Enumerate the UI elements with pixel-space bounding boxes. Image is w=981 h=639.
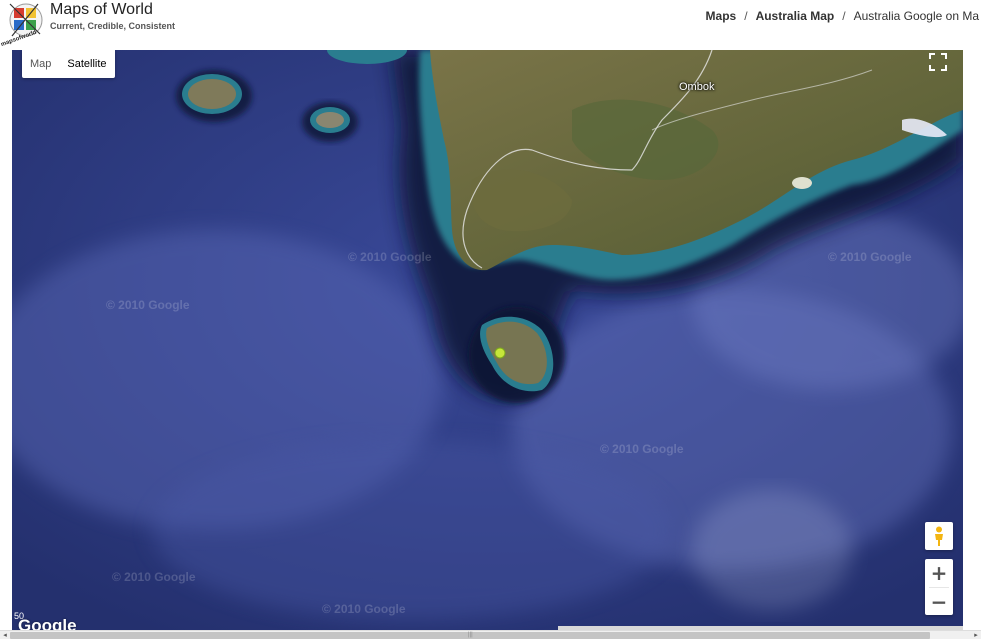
map-imagery — [12, 50, 963, 630]
zoom-control: + − — [925, 559, 953, 615]
page: mapsofworld Maps of World Current, Credi… — [0, 0, 981, 639]
map-watermark: © 2010 Google — [348, 250, 432, 264]
logo-icon[interactable]: mapsofworld — [0, 0, 48, 48]
breadcrumb-separator: / — [744, 9, 748, 23]
zoom-in-button[interactable]: + — [925, 559, 953, 587]
map-watermark: © 2010 Google — [322, 602, 406, 616]
map-type-control: Map Satellite — [22, 50, 115, 78]
map-watermark: © 2010 Google — [600, 442, 684, 456]
breadcrumb: Maps / Australia Map / Australia Google on M… — [706, 9, 979, 23]
breadcrumb-separator: / — [842, 9, 846, 23]
pegman-icon[interactable] — [925, 522, 953, 550]
map-watermark: © 2010 Google — [106, 298, 190, 312]
breadcrumb-maps[interactable]: Maps — [706, 9, 737, 23]
horizontal-scrollbar[interactable]: ◂ ||| ▸ — [0, 630, 981, 639]
map-type-map-button[interactable]: Map — [22, 50, 59, 78]
zoom-out-button[interactable]: − — [925, 588, 953, 616]
scroll-right-arrow-icon[interactable]: ▸ — [971, 631, 981, 639]
site-header: mapsofworld Maps of World Current, Credi… — [0, 0, 981, 50]
fullscreen-icon[interactable] — [923, 50, 953, 74]
satellite-map[interactable]: Map Satellite Ombok © 2010 Google © 2010… — [12, 50, 963, 630]
brand-tagline: Current, Credible, Consistent — [50, 21, 176, 31]
breadcrumb-current: Australia Google on Ma — [853, 9, 979, 23]
breadcrumb-australia-map[interactable]: Australia Map — [756, 9, 835, 23]
scrollbar-grip-icon: ||| — [468, 632, 473, 638]
brand-title[interactable]: Maps of World — [50, 1, 153, 19]
scroll-left-arrow-icon[interactable]: ◂ — [0, 631, 10, 639]
map-type-satellite-button[interactable]: Satellite — [59, 50, 114, 78]
google-logo[interactable]: Google — [18, 616, 77, 630]
map-watermark: © 2010 Google — [112, 570, 196, 584]
map-watermark: © 2010 Google — [828, 250, 912, 264]
place-label-ombok: Ombok — [679, 81, 715, 93]
